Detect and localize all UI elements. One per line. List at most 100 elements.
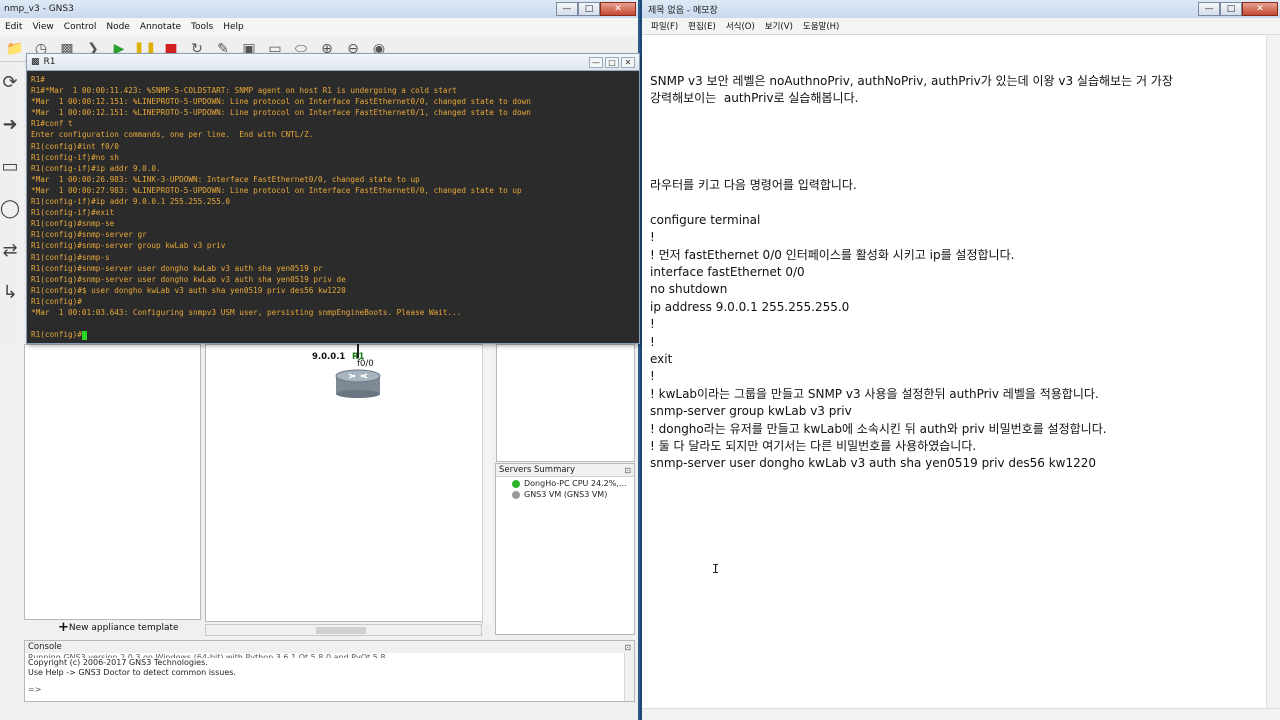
panel-close-icon[interactable]: ⊡: [624, 643, 631, 652]
menu-annotate[interactable]: Annotate: [135, 22, 186, 32]
notepad-line: exit: [650, 352, 673, 367]
terminal-line: R1(config-if)#ip addr 9.0.0.: [31, 163, 161, 173]
router-category-icon[interactable]: ⟳: [0, 64, 20, 100]
add-link-icon[interactable]: ↳: [0, 274, 20, 310]
terminal-line: R1(config)#int f0/0: [31, 141, 119, 151]
close-button[interactable]: ✕: [1242, 2, 1278, 16]
notepad-horizontal-scrollbar[interactable]: [642, 708, 1280, 720]
menu-tools[interactable]: Tools: [186, 22, 218, 32]
plus-icon: +: [58, 620, 69, 635]
server-item[interactable]: GNS3 VM (GNS3 VM): [496, 490, 634, 499]
console-panel: Console ⊡ Running GNS3 version 2.0.3 on W…: [24, 640, 635, 702]
server-item[interactable]: DongHo-PC CPU 24.2%,...: [496, 479, 634, 488]
notepad-titlebar[interactable]: 제목 없음 - 메모장 — □ ✕: [642, 0, 1280, 18]
terminal-line: R1(config)#snmp-s: [31, 252, 110, 262]
notepad-line: [650, 108, 1262, 125]
notepad-line: [650, 55, 1262, 72]
terminal-line: R1(config-if)#exit: [31, 208, 115, 218]
notepad-line: [650, 160, 1262, 177]
terminal-line: *Mar 1 00:00:27.983: %LINEPROTO-5-UPDOWN…: [31, 185, 522, 195]
notepad-line: configure terminal: [650, 212, 761, 227]
terminal-output[interactable]: R1# R1#*Mar 1 00:00:11.423: %SNMP-5-COLDS…: [27, 71, 639, 344]
server-label: GNS3 VM (GNS3 VM): [524, 490, 608, 499]
folder-icon[interactable]: 📁: [4, 39, 26, 59]
console-scrollbar[interactable]: [624, 653, 634, 701]
router-ip-label: 9.0.0.1: [312, 352, 346, 362]
servers-summary-title: Servers Summary: [499, 465, 576, 475]
notepad-line: [650, 142, 1262, 159]
notepad-line: snmp-server group kwLab v3 priv: [650, 404, 852, 419]
notepad-line: ip address 9.0.0.1 255.255.255.0: [650, 299, 850, 314]
notepad-menubar: 파일(F) 편집(E) 서식(O) 보기(V) 도움말(H): [642, 18, 1280, 35]
menu-format[interactable]: 서식(O): [721, 20, 760, 32]
all-devices-icon[interactable]: ⇄: [0, 232, 20, 268]
terminal-line: R1(config)#snmp-server user dongho kwLab…: [31, 263, 323, 273]
server-label: DongHo-PC CPU 24.2%,...: [524, 479, 627, 488]
text-cursor-icon: I: [712, 562, 720, 576]
r1-title: R1: [43, 57, 56, 67]
notepad-text-area[interactable]: SNMP v3 보안 레벨은 noAuthnoPriv, authNoPriv,…: [650, 38, 1262, 706]
canvas-vertical-scrollbar[interactable]: [482, 344, 492, 624]
gns3-titlebar[interactable]: nmp_v3 - GNS3 — □ ✕: [0, 0, 638, 18]
menu-node[interactable]: Node: [101, 22, 135, 32]
terminal-app-icon: ▩: [31, 57, 40, 67]
terminal-line: R1#conf t: [31, 119, 73, 129]
notepad-window: 제목 없음 - 메모장 — □ ✕ 파일(F) 편집(E) 서식(O) 보기(V…: [642, 0, 1280, 720]
menu-edit[interactable]: Edit: [0, 22, 27, 32]
notepad-window-controls: — □ ✕: [1198, 1, 1278, 17]
console-prompt[interactable]: =>: [25, 685, 634, 694]
notepad-vertical-scrollbar[interactable]: [1266, 35, 1280, 708]
minimize-button[interactable]: —: [589, 56, 603, 68]
maximize-button[interactable]: □: [1220, 2, 1242, 16]
maximize-button[interactable]: □: [578, 2, 600, 16]
menu-view[interactable]: View: [27, 22, 58, 32]
menu-view[interactable]: 보기(V): [760, 20, 798, 32]
security-category-icon[interactable]: ◯: [0, 190, 20, 226]
terminal-prompt[interactable]: R1(config)#: [31, 329, 635, 340]
notepad-line: [650, 38, 1262, 55]
terminal-line: R1#*Mar 1 00:00:11.423: %SNMP-5-COLDSTAR…: [31, 86, 457, 96]
menu-control[interactable]: Control: [59, 22, 102, 32]
notepad-line: SNMP v3 보안 레벨은 noAuthnoPriv, authNoPriv,…: [650, 73, 1173, 88]
gns3-window-controls: — □ ✕: [556, 1, 636, 17]
notepad-line: 강력해보이는 authPriv로 실습해봅니다.: [650, 91, 859, 106]
enddevice-category-icon[interactable]: ▭: [0, 148, 20, 184]
menu-edit[interactable]: 편집(E): [683, 20, 721, 32]
r1-window-controls: — □ ✕: [589, 56, 635, 68]
router-icon[interactable]: [335, 368, 381, 398]
terminal-cursor: [81, 330, 87, 340]
topology-summary-panel: [496, 344, 635, 462]
r1-titlebar[interactable]: ▩ R1 — □ ✕: [27, 54, 639, 71]
notepad-line: snmp-server user dongho kwLab v3 auth sh…: [650, 456, 1097, 471]
switch-category-icon[interactable]: ➜: [0, 106, 20, 142]
console-line: Use Help -> GNS3 Doctor to detect common…: [28, 667, 236, 677]
notepad-line: interface fastEthernet 0/0: [650, 265, 805, 280]
notepad-line: ! 먼저 fastEthernet 0/0 인터페이스를 활성화 시키고 ip를…: [650, 247, 1015, 262]
r1-console-window[interactable]: ▩ R1 — □ ✕ R1# R1#*Mar 1 00:00:11.423: %S…: [26, 53, 640, 344]
terminal-line: R1#: [31, 75, 45, 84]
minimize-button[interactable]: —: [556, 2, 578, 16]
minimize-button[interactable]: —: [1198, 2, 1220, 16]
gns3-title: nmp_v3 - GNS3: [4, 4, 74, 14]
panel-close-icon[interactable]: ⊡: [624, 466, 631, 475]
close-button[interactable]: ✕: [600, 2, 636, 16]
notepad-line: ! 둘 다 달라도 되지만 여기서는 다른 비밀번호를 사용하였습니다.: [650, 438, 977, 453]
new-appliance-link[interactable]: +New appliance template: [58, 620, 179, 635]
new-appliance-label: New appliance template: [68, 623, 179, 633]
canvas-horizontal-scrollbar[interactable]: [205, 624, 482, 636]
console-title: Console: [28, 642, 62, 652]
gns3-menubar: Edit View Control Node Annotate Tools He…: [0, 18, 638, 36]
notepad-title: 제목 없음 - 메모장: [648, 5, 718, 16]
notepad-line: 라우터를 키고 다음 명령어를 입력합니다.: [650, 178, 857, 193]
menu-help[interactable]: 도움말(H): [798, 20, 844, 32]
terminal-line: R1(config)#snmp-server gr: [31, 230, 147, 240]
terminal-line: R1(config-if)#no sh: [31, 152, 119, 162]
terminal-line: *Mar 1 00:00:26.983: %LINK-3-UPDOWN: Int…: [31, 174, 420, 184]
servers-summary-panel: Servers Summary ⊡ DongHo-PC CPU 24.2%,...…: [495, 463, 635, 635]
close-button[interactable]: ✕: [621, 56, 635, 68]
menu-file[interactable]: 파일(F): [646, 20, 683, 32]
terminal-line: Enter configuration commands, one per li…: [31, 130, 314, 140]
menu-help[interactable]: Help: [218, 22, 249, 32]
maximize-button[interactable]: □: [605, 56, 619, 68]
